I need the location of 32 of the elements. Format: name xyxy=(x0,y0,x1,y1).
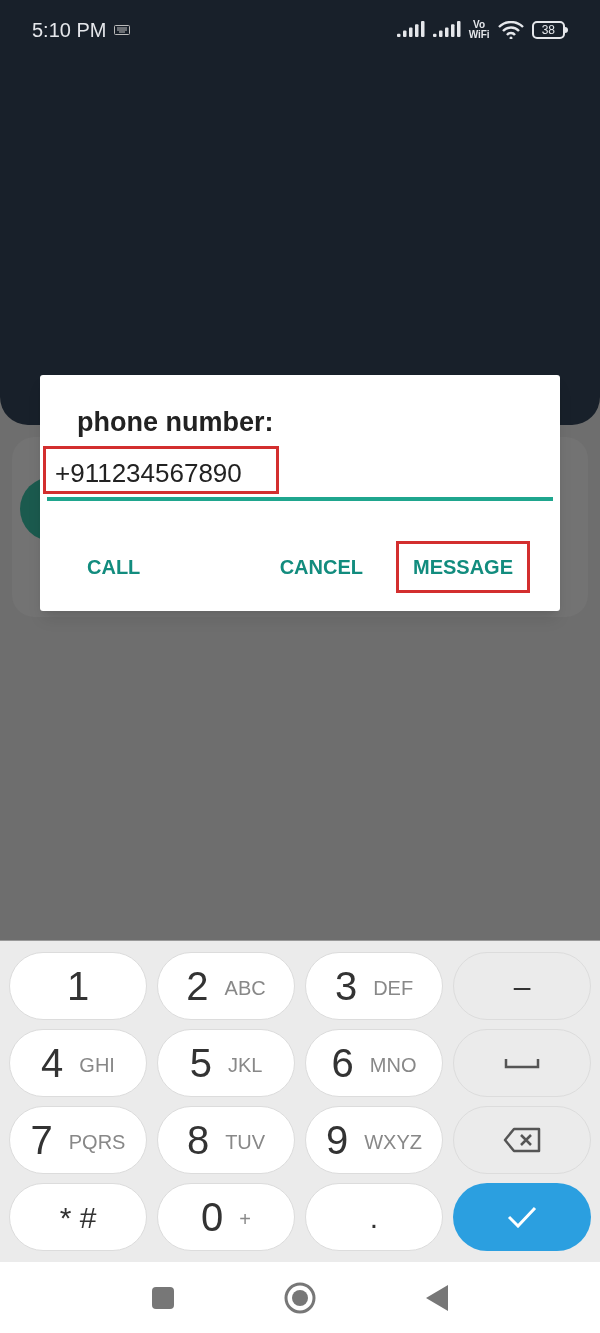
key-button[interactable]: . xyxy=(305,1183,443,1251)
backspace-icon xyxy=(503,1127,541,1153)
key-button[interactable]: * # xyxy=(9,1183,147,1251)
key-button[interactable]: – xyxy=(453,952,591,1020)
signal-icon xyxy=(396,21,425,39)
wifi-icon xyxy=(497,21,524,39)
dialog-button[interactable]: MESSAGE xyxy=(395,541,530,593)
phone-input-field[interactable]: +911234567890 xyxy=(47,454,553,501)
key-button[interactable]: 3 DEF xyxy=(305,952,443,1020)
keyboard-icon xyxy=(114,25,131,35)
key-button[interactable]: 4 GHI xyxy=(9,1029,147,1097)
check-icon xyxy=(507,1206,537,1228)
back-icon[interactable] xyxy=(426,1284,448,1311)
key-button[interactable]: 8 TUV xyxy=(157,1106,295,1174)
key-button[interactable]: 9 WXYZ xyxy=(305,1106,443,1174)
signal-icon xyxy=(432,21,461,39)
dialog-title: phone number: xyxy=(76,406,275,436)
key-button[interactable]: 7 PQRS xyxy=(9,1106,147,1174)
space-icon xyxy=(504,1057,540,1069)
status-time: 5:10 PM xyxy=(32,18,107,43)
key-button[interactable]: 0 + xyxy=(157,1183,295,1251)
battery-icon: 38 xyxy=(531,21,565,39)
key-button[interactable]: 2 ABC xyxy=(157,952,295,1020)
key-button[interactable]: 6 MNO xyxy=(305,1029,443,1097)
recents-icon[interactable] xyxy=(152,1286,174,1309)
vowifi-vo: Vo xyxy=(473,20,486,30)
vowifi-wifi: WiFi xyxy=(468,30,490,40)
dialog-button[interactable]: CANCEL xyxy=(262,541,380,593)
home-icon[interactable] xyxy=(284,1281,316,1314)
key-button[interactable]: 1 xyxy=(9,952,147,1020)
key-button[interactable]: 5 JKL xyxy=(157,1029,295,1097)
dialog-button[interactable]: CALL xyxy=(70,541,158,593)
